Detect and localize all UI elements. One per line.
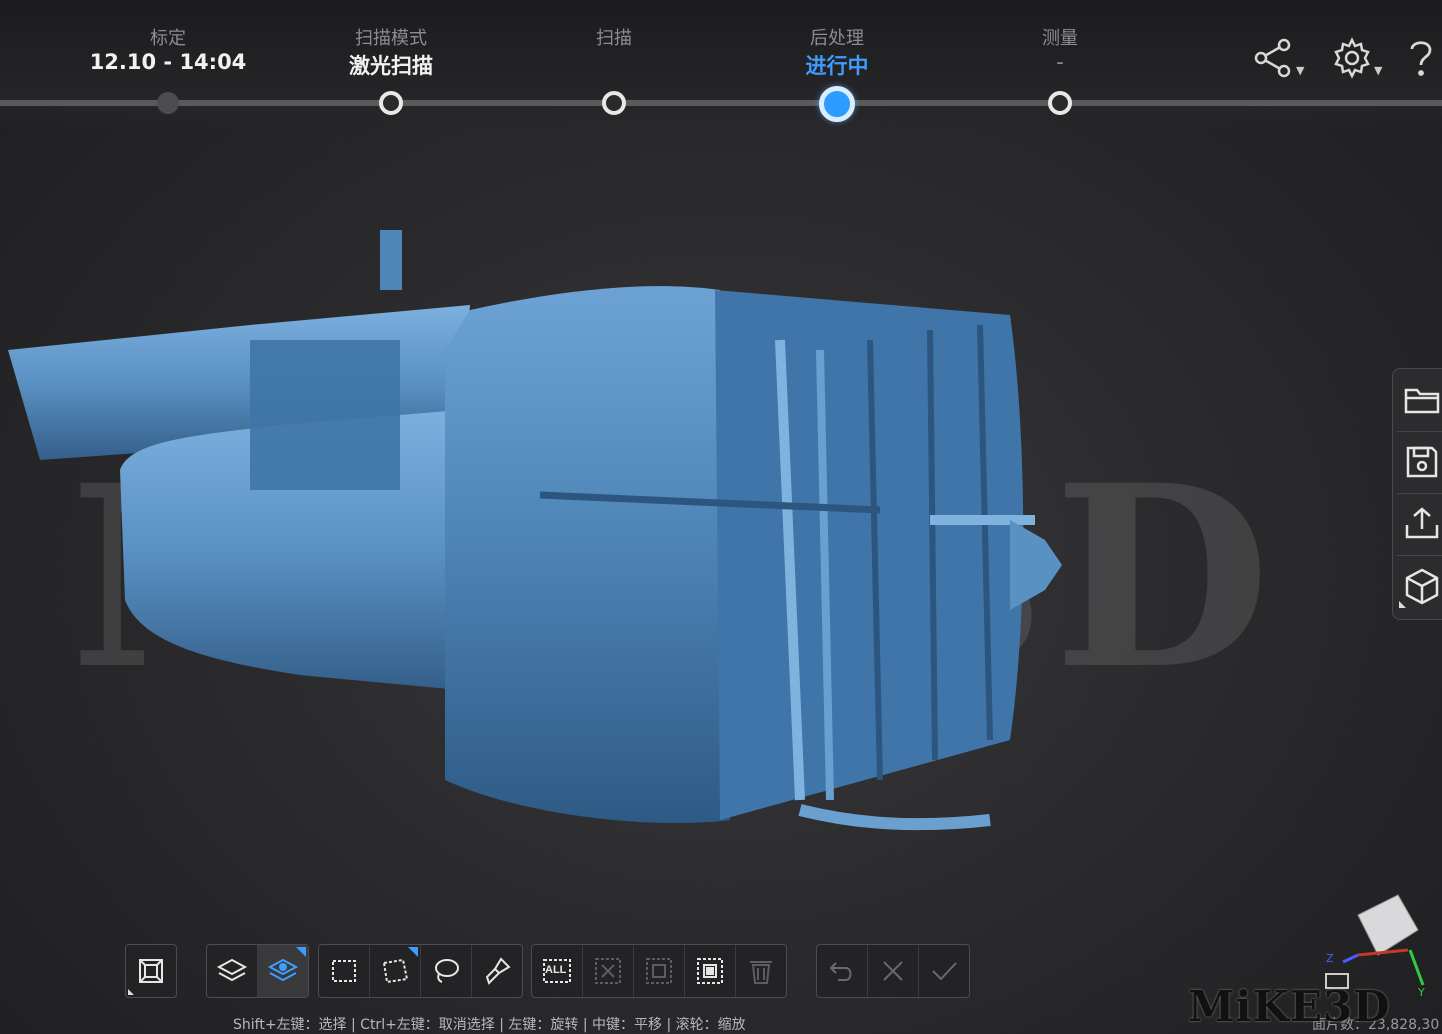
step-value: 12.10 - 14:04	[89, 50, 247, 74]
settings-dropdown-icon[interactable]: ▼	[1374, 64, 1382, 77]
step-value: -	[1056, 50, 1064, 74]
layer-tool-group	[206, 944, 309, 998]
export-icon[interactable]	[1401, 503, 1442, 545]
workflow-track	[0, 100, 1442, 106]
help-icon[interactable]	[1400, 36, 1442, 80]
step-title: 后处理	[810, 28, 864, 49]
bottom-pipe	[798, 804, 991, 831]
active-corner-icon	[296, 947, 306, 957]
step-node-post-processing[interactable]	[819, 86, 855, 122]
step-title: 扫描	[596, 28, 632, 49]
scanned-engine-model[interactable]	[0, 220, 1100, 860]
expand-corner-icon[interactable]	[1399, 601, 1406, 608]
view-tool-group	[125, 944, 177, 998]
edit-tool-group: ALL	[531, 944, 787, 998]
settings-icon[interactable]	[1330, 36, 1374, 80]
z-axis-label: Z	[1326, 952, 1334, 965]
folder-icon[interactable]	[1401, 379, 1442, 421]
polygon-select-icon[interactable]	[370, 945, 421, 997]
nose-cone	[1010, 520, 1062, 610]
model-cube-icon[interactable]	[1401, 565, 1442, 607]
layers-icon[interactable]	[207, 945, 258, 997]
step-title: 测量	[1042, 28, 1078, 49]
active-corner-icon	[408, 947, 418, 957]
3d-viewport[interactable]: MiKE3D	[0, 130, 1442, 930]
delete-icon[interactable]	[736, 945, 786, 997]
deselect-icon[interactable]	[583, 945, 634, 997]
undo-icon[interactable]	[817, 945, 868, 997]
status-hint: Shift+左键：选择 | Ctrl+左键：取消选择 | 左键：旋转 | 中键：…	[233, 1017, 746, 1033]
y-axis	[1408, 949, 1425, 986]
lasso-select-icon[interactable]	[421, 945, 472, 997]
workflow-bar: 标定 12.10 - 14:04 扫描模式 激光扫描 扫描 后处理 进行中 测量…	[0, 0, 1442, 130]
step-node-scan[interactable]	[602, 91, 626, 115]
step-node-scan-mode[interactable]	[379, 91, 403, 115]
select-connected-icon[interactable]	[685, 945, 736, 997]
step-title: 标定	[150, 28, 186, 49]
confirm-icon[interactable]	[919, 945, 969, 997]
cancel-icon[interactable]	[868, 945, 919, 997]
save-icon[interactable]	[1401, 441, 1442, 483]
brand-logo: MiKE3D	[1188, 982, 1391, 1031]
divider	[1397, 493, 1442, 494]
rect-select-icon[interactable]	[319, 945, 370, 997]
step-node-calibration[interactable]	[157, 92, 179, 114]
strut-detail	[250, 340, 400, 490]
antenna	[380, 230, 402, 290]
divider	[1397, 431, 1442, 432]
share-icon[interactable]	[1252, 36, 1296, 80]
y-axis-label: Y	[1417, 986, 1425, 999]
view-cube[interactable]	[1357, 894, 1419, 956]
step-node-measurement[interactable]	[1048, 91, 1072, 115]
fan-case	[445, 286, 730, 824]
select-all-icon[interactable]: ALL	[532, 945, 583, 997]
step-value: 激光扫描	[349, 54, 433, 78]
brush-select-icon[interactable]	[472, 945, 522, 997]
layers-selected-icon[interactable]	[258, 945, 308, 997]
side-panel	[1392, 368, 1442, 620]
step-value: 进行中	[805, 54, 869, 78]
selection-tool-group	[318, 944, 523, 998]
z-axis	[1342, 953, 1359, 964]
divider	[1397, 555, 1442, 556]
invert-select-icon[interactable]	[634, 945, 685, 997]
select-all-label: ALL	[545, 964, 567, 976]
share-dropdown-icon[interactable]: ▼	[1296, 64, 1304, 77]
wireframe-box-icon[interactable]	[126, 945, 176, 997]
expand-corner-icon	[128, 989, 134, 995]
confirm-tool-group	[816, 944, 970, 998]
step-title: 扫描模式	[355, 28, 427, 49]
